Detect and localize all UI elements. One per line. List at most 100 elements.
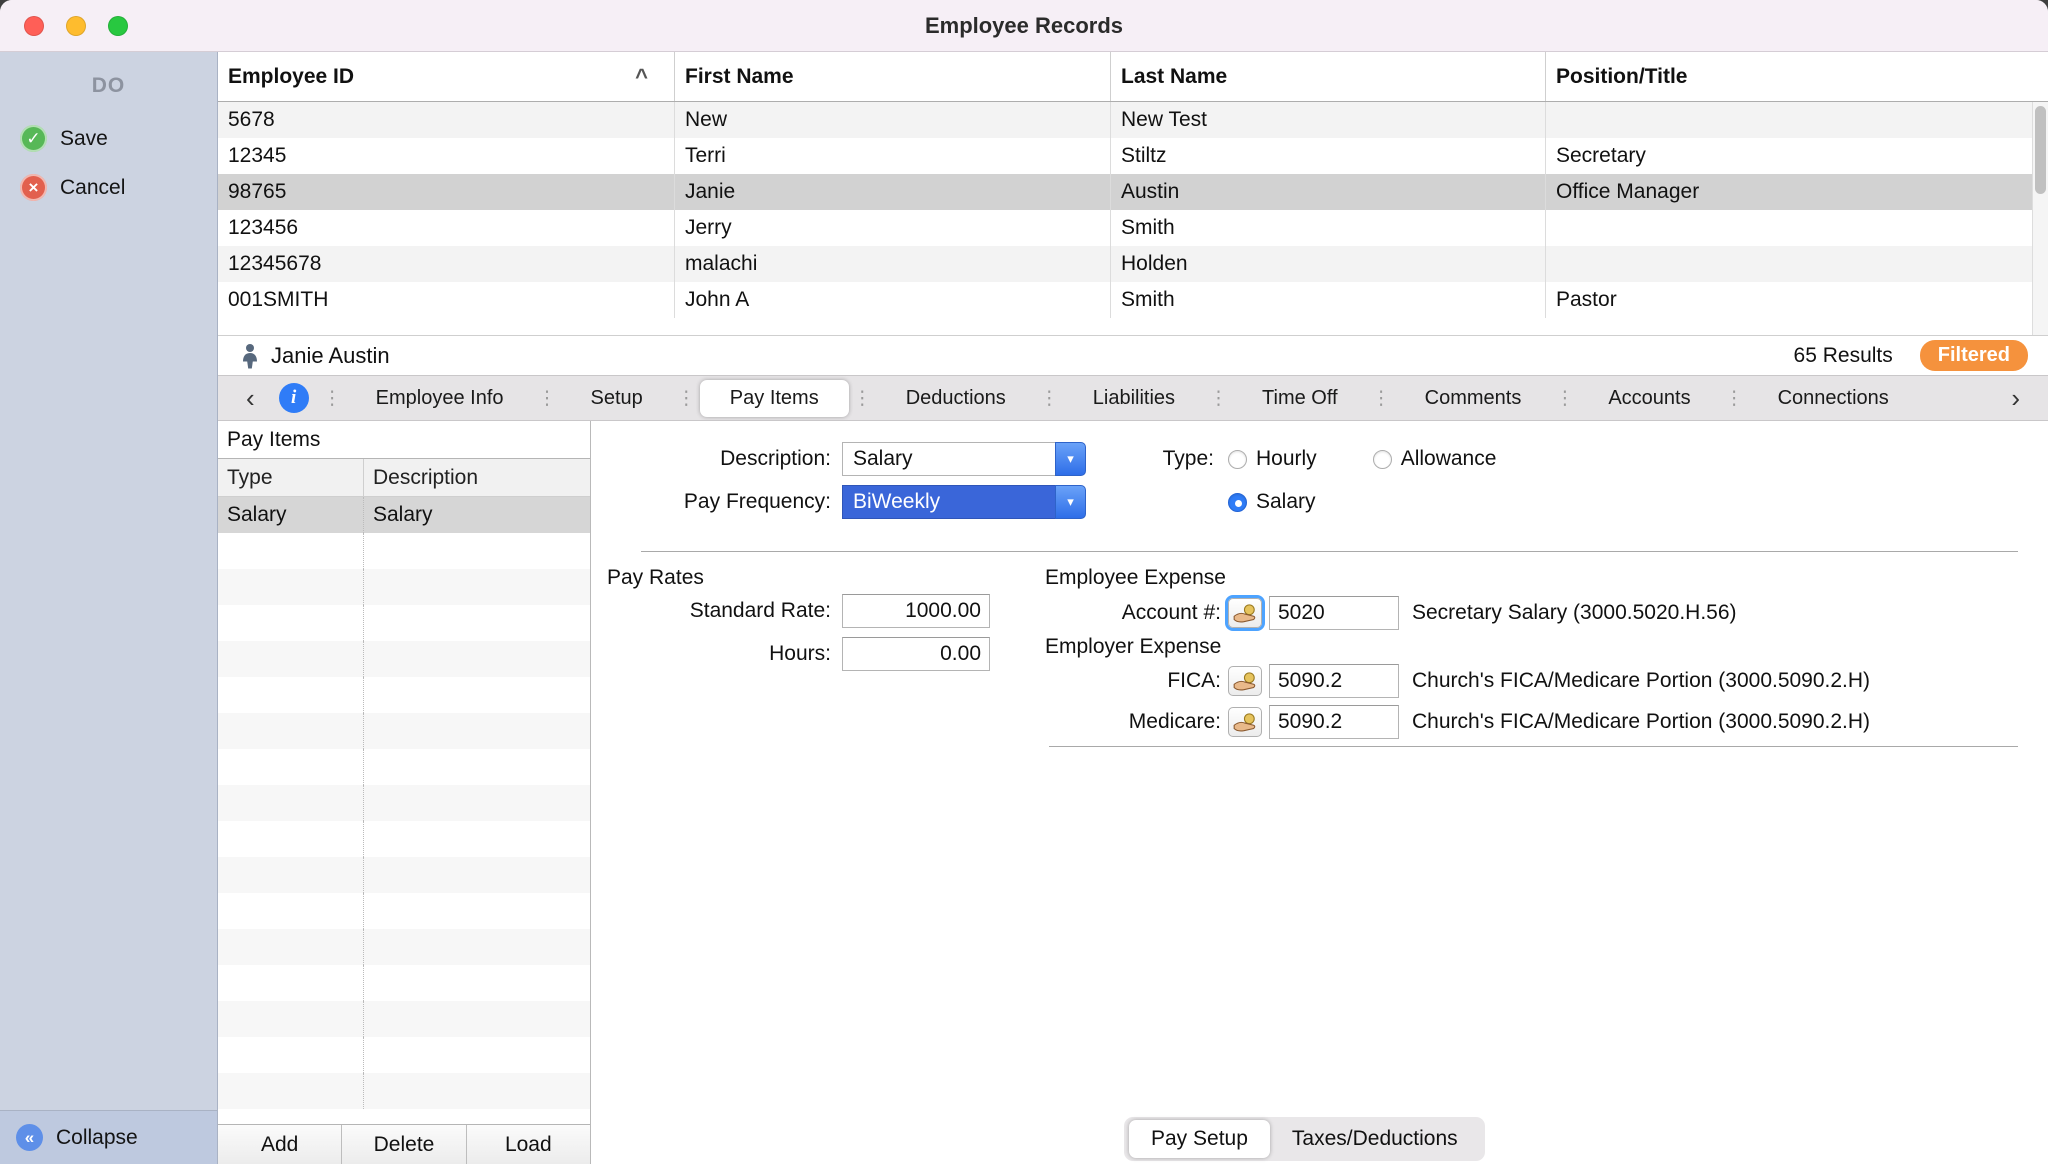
traffic-lights: [24, 16, 128, 36]
record-tab-bar: ‹ i ⋮ Employee Info ⋮ Setup ⋮ Pay Items …: [218, 375, 2048, 421]
column-header-position-title[interactable]: Position/Title: [1545, 52, 2048, 101]
save-button[interactable]: ✓ Save: [0, 114, 217, 163]
pay-items-column-headers: Type Description: [218, 459, 590, 497]
filtered-badge[interactable]: Filtered: [1920, 340, 2028, 371]
pay-frequency-dropdown-icon[interactable]: ▾: [1055, 485, 1086, 519]
radio-allowance[interactable]: Allowance: [1373, 447, 1497, 471]
sort-ascending-icon[interactable]: ^: [635, 64, 648, 90]
description-combo-value[interactable]: Salary: [842, 442, 1055, 476]
save-button-label: Save: [60, 127, 108, 151]
pay-item-empty-row: [218, 965, 590, 1001]
tab-setup[interactable]: Setup: [561, 380, 673, 417]
table-row[interactable]: 12345678 malachi Holden: [218, 246, 2048, 282]
tab-separator-icon: ⋮: [319, 387, 346, 410]
sidebar-header: DO: [0, 52, 217, 114]
pay-item-empty-row: [218, 641, 590, 677]
account-lookup-button[interactable]: [1228, 598, 1262, 628]
minimize-window-button[interactable]: [66, 16, 86, 36]
radio-allowance-circle[interactable]: [1373, 450, 1392, 469]
table-row[interactable]: 12345 Terri Stiltz Secretary: [218, 138, 2048, 174]
medicare-account-input[interactable]: [1269, 705, 1399, 739]
close-window-button[interactable]: [24, 16, 44, 36]
tab-pay-setup[interactable]: Pay Setup: [1129, 1120, 1270, 1158]
column-header-first-name[interactable]: First Name: [674, 52, 1110, 101]
description-label: Description:: [591, 447, 831, 471]
pay-item-empty-row: [218, 1037, 590, 1073]
description-dropdown-icon[interactable]: ▾: [1055, 442, 1086, 476]
medicare-account-lookup-button[interactable]: [1228, 707, 1262, 737]
column-header-employee-id[interactable]: Employee ID ^: [218, 52, 674, 101]
table-scrollbar-thumb[interactable]: [2035, 106, 2046, 194]
pay-frequency-label: Pay Frequency:: [591, 490, 831, 514]
collapse-sidebar-button[interactable]: « Collapse: [0, 1110, 217, 1164]
description-combo[interactable]: Salary ▾: [842, 442, 1086, 476]
account-lookup-hand-icon: [1232, 712, 1258, 732]
pay-frequency-combo-value[interactable]: BiWeekly: [842, 485, 1055, 519]
tab-deductions[interactable]: Deductions: [876, 380, 1036, 417]
tabs-scroll-right-icon[interactable]: ›: [1997, 385, 2034, 411]
zoom-window-button[interactable]: [108, 16, 128, 36]
tabs-scroll-left-icon[interactable]: ‹: [232, 385, 269, 411]
tab-separator-icon: ⋮: [1551, 387, 1578, 410]
pay-item-empty-row: [218, 857, 590, 893]
tab-separator-icon: ⋮: [534, 387, 561, 410]
tab-liabilities[interactable]: Liabilities: [1063, 380, 1205, 417]
tab-separator-icon: ⋮: [1036, 387, 1063, 410]
load-button[interactable]: Load: [467, 1125, 590, 1164]
sidebar-spacer: [0, 212, 217, 1110]
fica-account-lookup-button[interactable]: [1228, 666, 1262, 696]
radio-salary[interactable]: Salary: [1228, 490, 1316, 514]
employee-table-header: Employee ID ^ First Name Last Name Posit…: [218, 52, 2048, 102]
table-row-selected[interactable]: 98765 Janie Austin Office Manager: [218, 174, 2048, 210]
hours-input[interactable]: [842, 637, 990, 671]
employee-table-body: 5678 New New Test 12345 Terri Stiltz Sec…: [218, 102, 2048, 318]
employee-expense-title: Employee Expense: [1045, 566, 1226, 590]
table-scrollbar-track[interactable]: [2032, 102, 2048, 335]
fica-account-input[interactable]: [1269, 664, 1399, 698]
pay-items-panel: Pay Items Type Description Salary Salary: [218, 421, 591, 1164]
tab-pay-items[interactable]: Pay Items: [700, 380, 849, 417]
pay-setup-tabs: Pay Setup Taxes/Deductions: [1124, 1117, 1485, 1161]
tab-accounts[interactable]: Accounts: [1578, 380, 1720, 417]
pay-rates-title: Pay Rates: [607, 566, 704, 590]
account-lookup-hand-icon: [1232, 671, 1258, 691]
add-button[interactable]: Add: [218, 1125, 342, 1164]
tab-connections[interactable]: Connections: [1748, 380, 1919, 417]
pay-frequency-combo[interactable]: BiWeekly ▾: [842, 485, 1086, 519]
table-row[interactable]: 5678 New New Test: [218, 102, 2048, 138]
tab-taxes-deductions[interactable]: Taxes/Deductions: [1270, 1120, 1480, 1158]
main-area: Employee ID ^ First Name Last Name Posit…: [218, 52, 2048, 1164]
person-icon: [240, 343, 260, 369]
medicare-label: Medicare:: [1045, 710, 1221, 734]
table-row[interactable]: 001SMITH John A Smith Pastor: [218, 282, 2048, 318]
tab-time-off[interactable]: Time Off: [1232, 380, 1368, 417]
pay-item-empty-row: [218, 893, 590, 929]
radio-hourly[interactable]: Hourly: [1228, 447, 1317, 471]
account-number-input[interactable]: [1269, 596, 1399, 630]
pay-items-buttons: Add Delete Load: [218, 1124, 590, 1164]
pay-item-empty-row: [218, 605, 590, 641]
tab-comments[interactable]: Comments: [1395, 380, 1552, 417]
column-header-last-name[interactable]: Last Name: [1110, 52, 1545, 101]
record-bar: Janie Austin 65 Results Filtered: [218, 335, 2048, 375]
pay-item-row-selected[interactable]: Salary Salary: [218, 497, 590, 533]
column-header-type[interactable]: Type: [218, 466, 363, 490]
account-lookup-hand-icon: [1232, 603, 1258, 623]
tab-separator-icon: ⋮: [1368, 387, 1395, 410]
info-icon[interactable]: i: [279, 383, 309, 413]
table-row[interactable]: 123456 Jerry Smith: [218, 210, 2048, 246]
section-divider: [1049, 746, 2018, 747]
pay-item-empty-row: [218, 821, 590, 857]
column-header-description[interactable]: Description: [363, 459, 590, 496]
fica-account-description: Church's FICA/Medicare Portion (3000.509…: [1412, 669, 1870, 693]
delete-button[interactable]: Delete: [342, 1125, 466, 1164]
results-count: 65 Results: [1794, 344, 1893, 368]
tab-employee-info[interactable]: Employee Info: [346, 380, 534, 417]
radio-salary-circle[interactable]: [1228, 493, 1247, 512]
standard-rate-input[interactable]: [842, 594, 990, 628]
radio-hourly-circle[interactable]: [1228, 450, 1247, 469]
pay-item-empty-row: [218, 533, 590, 569]
cancel-button[interactable]: × Cancel: [0, 163, 217, 212]
pay-item-empty-row: [218, 749, 590, 785]
medicare-account-description: Church's FICA/Medicare Portion (3000.509…: [1412, 710, 1870, 734]
